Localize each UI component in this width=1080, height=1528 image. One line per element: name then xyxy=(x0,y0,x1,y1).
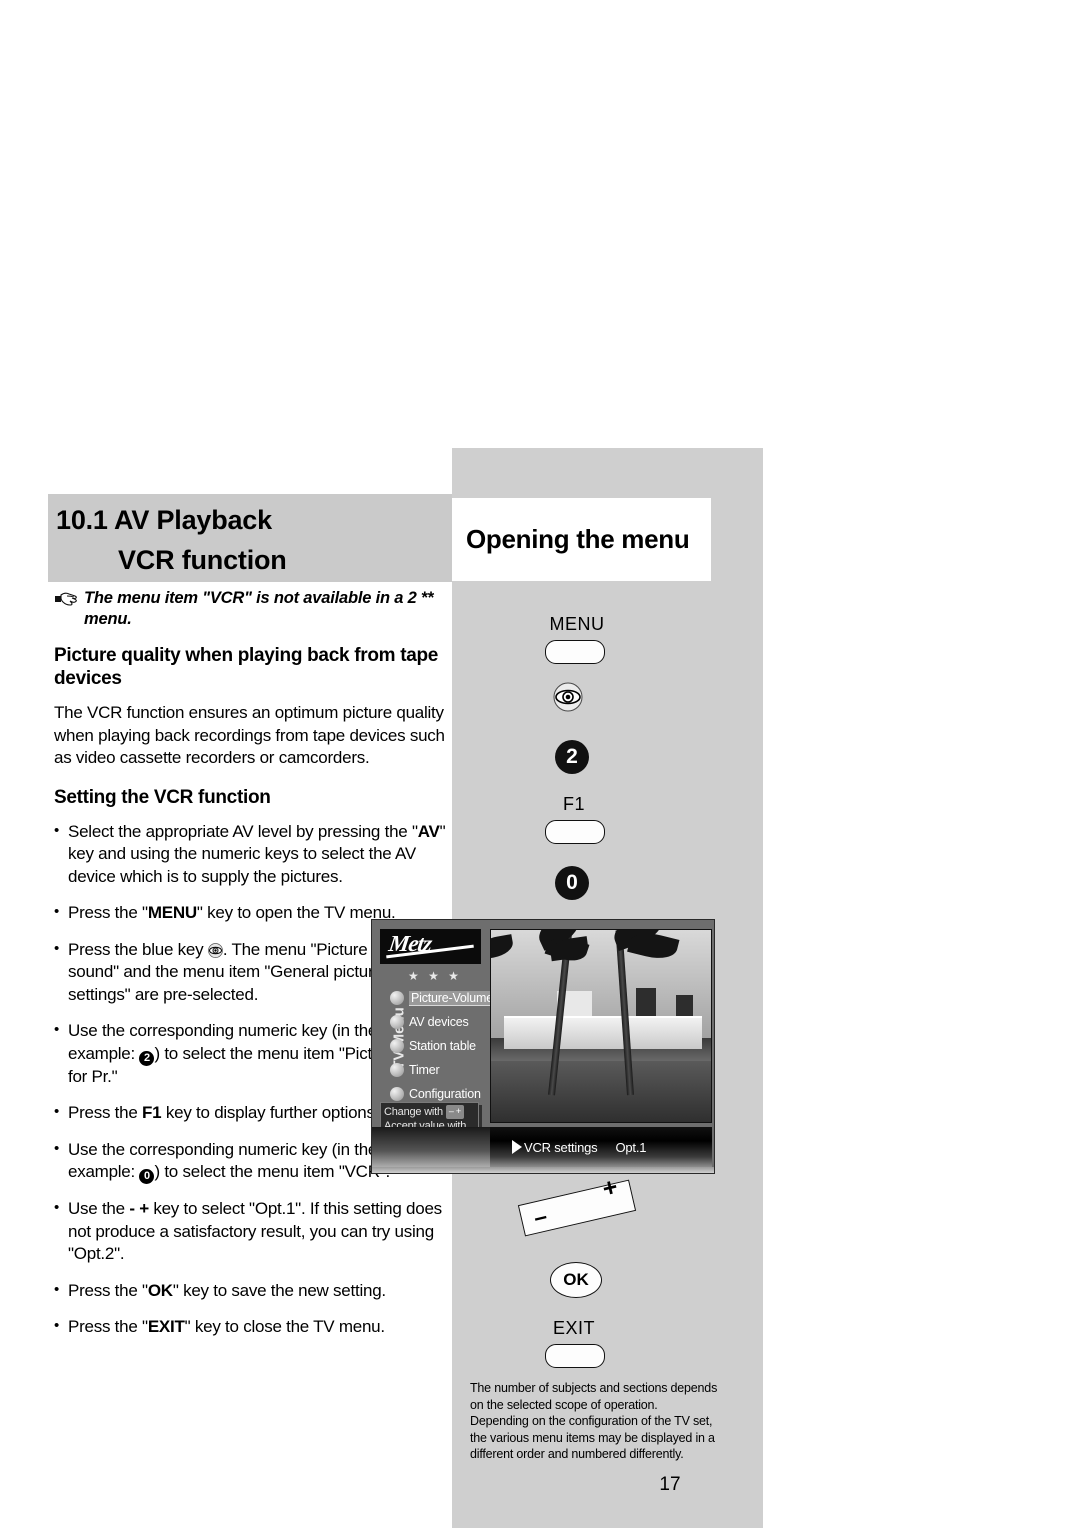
menu-bullet-icon xyxy=(390,1015,404,1029)
ok-key-button[interactable]: OK xyxy=(550,1262,602,1298)
hint-change-text: Change with xyxy=(384,1106,443,1118)
quality-stars: ★ ★ ★ xyxy=(408,969,462,983)
key-name: EXIT xyxy=(147,1317,185,1336)
subsection-heading-setting-vcr: Setting the VCR function xyxy=(54,786,271,808)
tv-picture-area xyxy=(490,929,712,1123)
metz-logo: Metz xyxy=(380,929,481,964)
subsection-heading-picture-quality: Picture quality when playing back from t… xyxy=(54,645,439,689)
blue-key-eye-icon[interactable] xyxy=(553,682,583,712)
tv-status-bar-label: VCR settings xyxy=(524,1139,598,1155)
page-title: Opening the menu xyxy=(466,524,690,554)
picture-foreground xyxy=(491,1060,711,1122)
tv-menu-item-label: AV devices xyxy=(409,1015,469,1029)
instruction-item: Select the appropriate AV level by press… xyxy=(54,820,446,889)
tv-menu-screenshot: Metz ★ ★ ★ TV-Menu Picture-Volume AV dev… xyxy=(371,919,715,1174)
f1-key-label: F1 xyxy=(562,794,585,814)
menu-key-button[interactable] xyxy=(545,640,605,664)
rocker-minus-label: – xyxy=(531,1202,550,1231)
menu-bullet-icon xyxy=(390,1063,404,1077)
note-text: The menu item "VCR" is not available in … xyxy=(84,589,434,628)
numeric-key-glyph: 0 xyxy=(139,1169,155,1184)
opening-the-menu-heading-box: Opening the menu xyxy=(452,498,711,581)
instruction-item: Press the "OK" key to save the new setti… xyxy=(54,1279,446,1303)
tv-menu-item-label: Station table xyxy=(409,1039,476,1053)
pointing-hand-icon xyxy=(54,588,84,613)
section-heading-band: 10.1 AV Playback VCR function xyxy=(48,494,452,582)
hint-minus-plus-key-icon: – + xyxy=(445,1105,464,1119)
hint-line-change: Change with – + xyxy=(384,1105,475,1120)
key-name: F1 xyxy=(142,1103,162,1122)
tv-menu-item-label: Configuration xyxy=(409,1087,481,1101)
menu-bullet-icon xyxy=(390,991,404,1005)
intro-paragraph: The VCR function ensures an optimum pict… xyxy=(54,703,445,767)
tv-status-bar: VCR settings Opt.1 xyxy=(490,1127,712,1167)
f1-key-button[interactable] xyxy=(545,820,605,844)
numeric-key-2[interactable]: 2 xyxy=(555,740,589,774)
key-name: MENU xyxy=(147,903,197,922)
tv-menu-item-timer[interactable]: Timer xyxy=(390,1062,440,1078)
numeric-key-0[interactable]: 0 xyxy=(555,866,589,900)
picture-cruise-ship xyxy=(504,1016,703,1050)
tv-menu-item-picture-volume[interactable]: Picture-Volume xyxy=(390,990,495,1006)
menu-bullet-icon xyxy=(390,1039,404,1053)
tv-menu-item-configuration[interactable]: Configuration xyxy=(390,1086,481,1102)
footnote-text: The number of subjects and sections depe… xyxy=(470,1381,718,1461)
key-name: AV xyxy=(417,821,440,841)
menu-bullet-icon xyxy=(390,1087,404,1101)
page-number: 17 xyxy=(659,1474,681,1495)
exit-key-label: EXIT xyxy=(552,1318,595,1338)
numeric-key-glyph: 2 xyxy=(139,1050,155,1066)
tv-menu-item-station-table[interactable]: Station table xyxy=(390,1038,476,1054)
tv-menu-item-av-devices[interactable]: AV devices xyxy=(390,1014,469,1030)
tv-status-bar-value: Opt.1 xyxy=(615,1139,647,1155)
eye-icon xyxy=(207,942,223,958)
section-heading-line2: VCR function xyxy=(118,545,287,575)
minus-plus-key-glyph: - + xyxy=(129,1199,149,1218)
exit-key-button[interactable] xyxy=(545,1344,605,1368)
section-heading-line1: 10.1 AV Playback xyxy=(56,505,272,535)
tv-menu-item-label: Timer xyxy=(409,1063,440,1077)
instruction-item: Use the - + key to select "Opt.1". If th… xyxy=(54,1197,446,1266)
note-callout: The menu item "VCR" is not available in … xyxy=(54,588,446,630)
instruction-item: Press the "EXIT" key to close the TV men… xyxy=(54,1315,446,1339)
key-name: OK xyxy=(147,1280,173,1300)
play-arrow-icon xyxy=(512,1140,522,1154)
tv-bottom-left-strip xyxy=(372,1127,490,1167)
tv-menu-item-label: Picture-Volume xyxy=(409,990,495,1006)
menu-key-label: MENU xyxy=(549,614,605,634)
tv-bottom-strip xyxy=(372,1167,714,1173)
